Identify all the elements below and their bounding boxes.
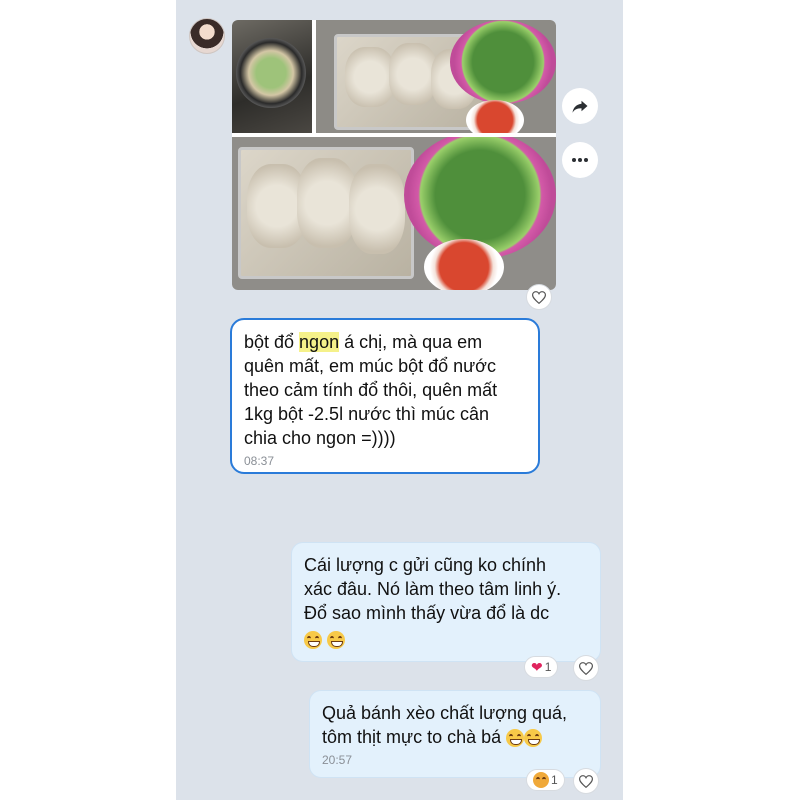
grinning-face-icon: [506, 729, 525, 748]
highlighted-word: ngon: [299, 332, 340, 352]
reaction-summary[interactable]: 1: [526, 769, 565, 791]
face-emoji-icon: [533, 772, 549, 788]
sauce-bowl-image: [424, 239, 504, 290]
photo-grid-message[interactable]: [232, 20, 556, 290]
reaction-count: 1: [544, 660, 552, 674]
message-text-part: bột đổ: [244, 332, 300, 352]
reaction-summary[interactable]: ❤ 1: [524, 656, 559, 678]
photo-pancakes-tray[interactable]: [316, 20, 556, 133]
grinning-face-icon: [327, 631, 346, 650]
reaction-count: 1: [551, 773, 558, 787]
emoji-row: [304, 627, 588, 651]
grinning-face-icon: [524, 729, 543, 748]
pan-image: [236, 38, 306, 108]
message-text: bột đổ ngon á chị, mà qua em quên mất, e…: [244, 330, 526, 450]
sauce-bowl-image: [466, 100, 524, 133]
heart-outline-icon[interactable]: [573, 655, 599, 681]
grinning-face-icon: [304, 631, 322, 650]
pancake-image: [345, 47, 395, 107]
message-time: 08:37: [244, 454, 275, 468]
more-dots-icon[interactable]: [562, 142, 598, 178]
herb-bowl-image: [450, 20, 556, 104]
incoming-message[interactable]: bột đổ ngon á chị, mà qua em quên mất, e…: [230, 318, 540, 474]
tray-image: [238, 147, 414, 279]
photo-cooking-pan[interactable]: [232, 20, 312, 133]
outgoing-message[interactable]: Quả bánh xèo chất lượng quá, tôm thịt mự…: [309, 690, 601, 778]
share-forward-icon[interactable]: [562, 88, 598, 124]
chat-panel: bột đổ ngon á chị, mà qua em quên mất, e…: [176, 0, 623, 800]
heart-outline-icon[interactable]: [573, 768, 599, 794]
pancake-image: [389, 43, 437, 105]
message-text: Cái lượng c gửi cũng ko chính xác đâu. N…: [304, 555, 562, 623]
red-heart-icon: ❤: [531, 658, 543, 675]
heart-outline-icon[interactable]: [526, 284, 552, 310]
pancake-image: [349, 164, 405, 254]
message-text: Quả bánh xèo chất lượng quá, tôm thịt mự…: [322, 701, 588, 749]
outgoing-message[interactable]: Cái lượng c gửi cũng ko chính xác đâu. N…: [291, 542, 601, 662]
profile-avatar-icon[interactable]: [189, 18, 225, 54]
message-time: 20:57: [322, 753, 353, 767]
photo-pancakes-closeup[interactable]: [232, 137, 556, 290]
pancake-image: [297, 158, 357, 248]
